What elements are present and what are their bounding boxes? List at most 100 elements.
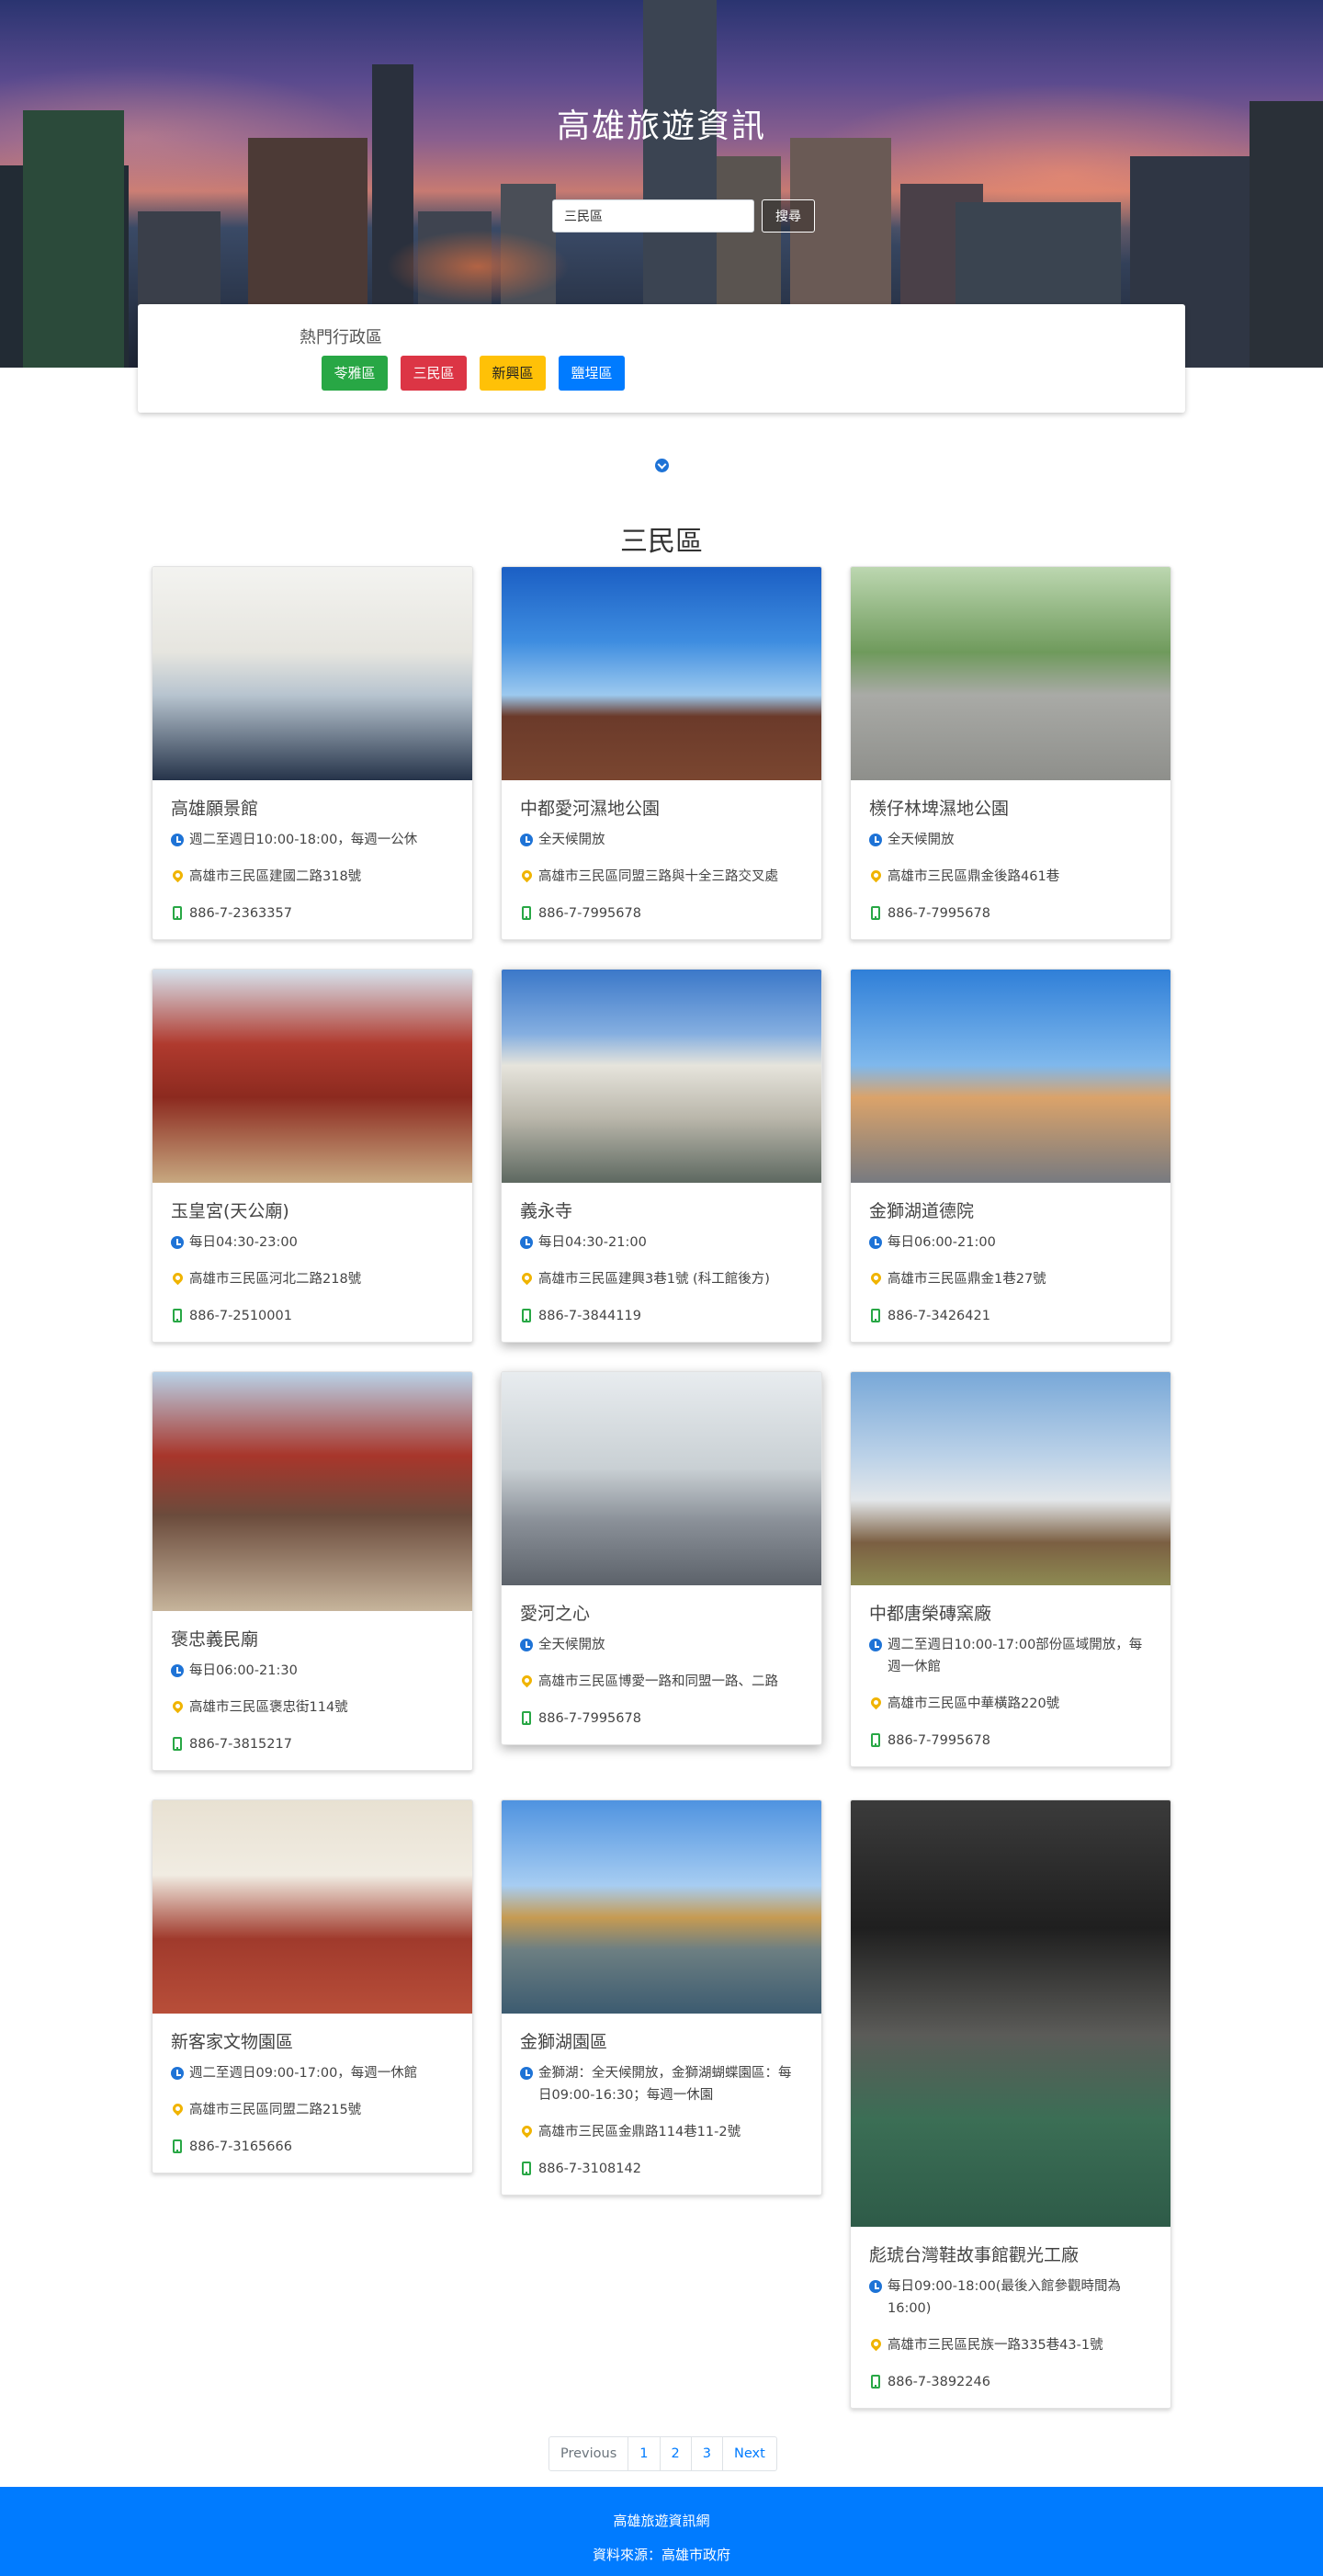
phone-icon [173, 1309, 182, 1322]
attraction-card[interactable]: 檨仔林埤濕地公園 全天候開放 高雄市三民區鼎金後路461巷 886-7-7995… [850, 566, 1171, 940]
attraction-card[interactable]: 新客家文物園區 週二至週日09:00-17:00，每週一休館 高雄市三民區同盟二… [152, 1799, 473, 2173]
attraction-phone: 886-7-3426421 [888, 1309, 990, 1323]
district-heading: 三民區 [620, 526, 703, 558]
attraction-photo [851, 567, 1170, 780]
attraction-address: 高雄市三民區金鼎路114巷11-2號 [538, 2125, 741, 2139]
attraction-hours: 週二至週日10:00-17:00部份區域開放，每週一休館 [888, 1638, 1143, 1674]
attraction-card[interactable]: 彪琥台灣鞋故事館觀光工廠 每日09:00-18:00(最後入館參觀時間為16:0… [850, 1799, 1171, 2409]
attraction-card[interactable]: 高雄願景館 週二至週日10:00-18:00，每週一公休 高雄市三民區建國二路3… [152, 566, 473, 940]
attraction-address: 高雄市三民區同盟二路215號 [189, 2103, 362, 2117]
pagination-page-1[interactable]: 1 [628, 2437, 661, 2470]
attraction-phone: 886-7-7995678 [538, 906, 641, 921]
attraction-hours: 全天候開放 [538, 833, 605, 847]
attraction-name: 愛河之心 [520, 1604, 591, 1624]
attraction-name: 義永寺 [520, 1201, 573, 1221]
attraction-card[interactable]: 玉皇宮(天公廟) 每日04:30-23:00 高雄市三民區河北二路218號 88… [152, 969, 473, 1343]
attraction-hours: 每日06:00-21:30 [189, 1663, 298, 1678]
attraction-card[interactable]: 愛河之心 全天候開放 高雄市三民區博愛一路和同盟一路、二路 886-7-7995… [501, 1371, 822, 1745]
phone-icon [522, 1711, 531, 1725]
map-pin-icon [868, 868, 884, 883]
attraction-photo [153, 1800, 472, 2014]
attraction-hours: 每日04:30-21:00 [538, 1235, 647, 1250]
attraction-card[interactable]: 金獅湖園區 金獅湖：全天候開放，金獅湖蝴蝶園區：每日09:00-16:30；每週… [501, 1799, 822, 2196]
attraction-photo [851, 1372, 1170, 1585]
attraction-photo [851, 1800, 1170, 2227]
attraction-card[interactable]: 義永寺 每日04:30-21:00 高雄市三民區建興3巷1號 (科工館後方) 8… [501, 969, 822, 1343]
phone-icon [173, 906, 182, 920]
phone-icon [173, 1737, 182, 1751]
map-pin-icon [519, 2123, 535, 2139]
attraction-address: 高雄市三民區褒忠街114號 [189, 1700, 348, 1715]
attraction-address: 高雄市三民區中華橫路220號 [888, 1697, 1060, 1711]
attraction-address: 高雄市三民區建國二路318號 [189, 869, 362, 884]
district-tag-yancheng[interactable]: 鹽埕區 [559, 356, 625, 391]
attraction-hours: 全天候開放 [888, 833, 955, 847]
attraction-name: 金獅湖道德院 [869, 1201, 975, 1221]
attraction-card[interactable]: 金獅湖道德院 每日06:00-21:00 高雄市三民區鼎金1巷27號 886-7… [850, 969, 1171, 1343]
pagination-next[interactable]: Next [723, 2437, 776, 2470]
street-lights [386, 230, 570, 303]
attraction-photo [153, 1372, 472, 1611]
attraction-address: 高雄市三民區鼎金1巷27號 [888, 1272, 1046, 1287]
footer: 高雄旅遊資訊網 資料來源：高雄市政府 [0, 2487, 1323, 2576]
phone-icon [522, 2162, 531, 2175]
attraction-photo [502, 1372, 821, 1585]
clock-icon [171, 2067, 184, 2080]
attraction-hours: 每日09:00-18:00(最後入館參觀時間為16:00) [888, 2279, 1121, 2316]
map-pin-icon [868, 1695, 884, 1710]
clock-icon [520, 1639, 533, 1651]
district-tag-xinxing[interactable]: 新興區 [480, 356, 546, 391]
clock-icon [869, 1639, 882, 1651]
map-pin-icon [170, 868, 186, 883]
hot-districts-panel: 熱門行政區 苓雅區 三民區 新興區 鹽埕區 [138, 304, 1185, 413]
phone-icon [871, 2375, 880, 2389]
district-tag-lingya[interactable]: 苓雅區 [322, 356, 388, 391]
attraction-photo [502, 567, 821, 780]
clock-icon [171, 1664, 184, 1677]
clock-icon [520, 2067, 533, 2080]
search-input[interactable] [552, 199, 754, 233]
phone-icon [871, 1733, 880, 1747]
attraction-phone: 886-7-3844119 [538, 1309, 641, 1323]
attraction-name: 彪琥台灣鞋故事館觀光工廠 [869, 2245, 1080, 2265]
attraction-name: 褒忠義民廟 [171, 1629, 259, 1650]
attraction-phone: 886-7-7995678 [538, 1711, 641, 1726]
attraction-phone: 886-7-3165666 [189, 2139, 292, 2154]
attraction-name: 金獅湖園區 [520, 2032, 608, 2052]
map-pin-icon [519, 1673, 535, 1688]
attraction-name: 中都唐榮磚窯廠 [869, 1604, 992, 1624]
district-tag-sanmin[interactable]: 三民區 [401, 356, 467, 391]
footer-site-name: 高雄旅遊資訊網 [613, 2513, 710, 2529]
clock-icon [171, 834, 184, 846]
clock-icon [171, 1236, 184, 1249]
attraction-name: 高雄願景館 [171, 799, 259, 819]
attraction-card[interactable]: 中都愛河濕地公園 全天候開放 高雄市三民區同盟三路與十全三路交叉處 886-7-… [501, 566, 822, 940]
attraction-phone: 886-7-3892246 [888, 2375, 990, 2389]
search-button[interactable]: 搜尋 [762, 199, 815, 233]
pagination-previous[interactable]: Previous [549, 2437, 629, 2470]
phone-icon [522, 906, 531, 920]
attraction-hours: 週二至週日09:00-17:00，每週一休館 [189, 2066, 418, 2081]
clock-icon [520, 834, 533, 846]
attraction-card[interactable]: 褒忠義民廟 每日06:00-21:30 高雄市三民區褒忠街114號 886-7-… [152, 1371, 473, 1771]
attraction-photo [851, 970, 1170, 1183]
attraction-photo [502, 970, 821, 1183]
map-pin-icon [519, 1270, 535, 1286]
footer-data-source: 資料來源：高雄市政府 [592, 2547, 730, 2563]
attraction-address: 高雄市三民區鼎金後路461巷 [888, 869, 1060, 884]
attraction-photo [153, 567, 472, 780]
attraction-phone: 886-7-3108142 [538, 2162, 641, 2176]
pagination-page-2[interactable]: 2 [661, 2437, 692, 2470]
attraction-address: 高雄市三民區河北二路218號 [189, 1272, 362, 1287]
map-pin-icon [170, 1270, 186, 1286]
clock-icon [520, 1236, 533, 1249]
attraction-phone: 886-7-2363357 [189, 906, 292, 921]
attraction-card[interactable]: 中都唐榮磚窯廠 週二至週日10:00-17:00部份區域開放，每週一休館 高雄市… [850, 1371, 1171, 1767]
attraction-hours: 金獅湖：全天候開放，金獅湖蝴蝶園區：每日09:00-16:30；每週一休園 [538, 2066, 792, 2103]
scroll-down-icon[interactable] [655, 459, 669, 472]
attraction-photo [502, 1800, 821, 2014]
pagination-page-3[interactable]: 3 [692, 2437, 723, 2470]
attraction-hours: 全天候開放 [538, 1638, 605, 1652]
attraction-address: 高雄市三民區民族一路335巷43-1號 [888, 2338, 1103, 2353]
phone-icon [173, 2139, 182, 2153]
